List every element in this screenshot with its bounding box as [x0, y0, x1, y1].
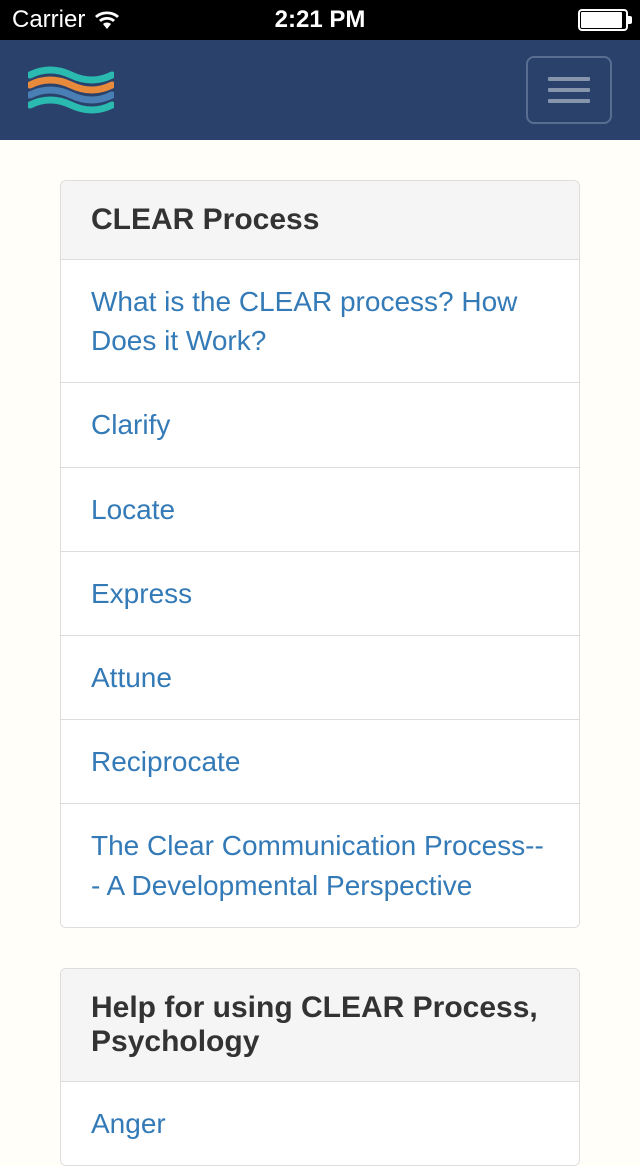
panel-header: CLEAR Process [61, 181, 579, 260]
status-left: Carrier [12, 6, 121, 34]
link-express[interactable]: Express [91, 578, 192, 609]
app-logo[interactable] [28, 63, 114, 117]
link-clarify[interactable]: Clarify [91, 409, 170, 440]
list-item: Express [61, 552, 579, 636]
wifi-icon [93, 10, 121, 30]
list-item: What is the CLEAR process? How Does it W… [61, 260, 579, 383]
status-time: 2:21 PM [275, 6, 366, 34]
panel-header: Help for using CLEAR Process, Psychology [61, 969, 579, 1082]
main-content: CLEAR Process What is the CLEAR process?… [0, 140, 640, 1166]
link-what-is-clear[interactable]: What is the CLEAR process? How Does it W… [91, 286, 517, 356]
nav-bar [0, 40, 640, 140]
panel-help: Help for using CLEAR Process, Psychology… [60, 968, 580, 1166]
link-reciprocate[interactable]: Reciprocate [91, 746, 240, 777]
list-item: Reciprocate [61, 720, 579, 804]
status-bar: Carrier 2:21 PM [0, 0, 640, 40]
list-item: Attune [61, 636, 579, 720]
list-item: Anger [61, 1082, 579, 1165]
panel-clear-process: CLEAR Process What is the CLEAR process?… [60, 180, 580, 928]
list-item: Locate [61, 468, 579, 552]
link-anger[interactable]: Anger [91, 1108, 166, 1139]
list-item: The Clear Communication Process--- A Dev… [61, 804, 579, 926]
status-right [578, 9, 628, 31]
carrier-label: Carrier [12, 6, 85, 34]
link-locate[interactable]: Locate [91, 494, 175, 525]
link-attune[interactable]: Attune [91, 662, 172, 693]
list-item: Clarify [61, 383, 579, 467]
menu-button[interactable] [526, 56, 612, 124]
hamburger-icon [548, 77, 590, 81]
battery-icon [578, 9, 628, 31]
link-developmental-perspective[interactable]: The Clear Communication Process--- A Dev… [91, 830, 544, 900]
